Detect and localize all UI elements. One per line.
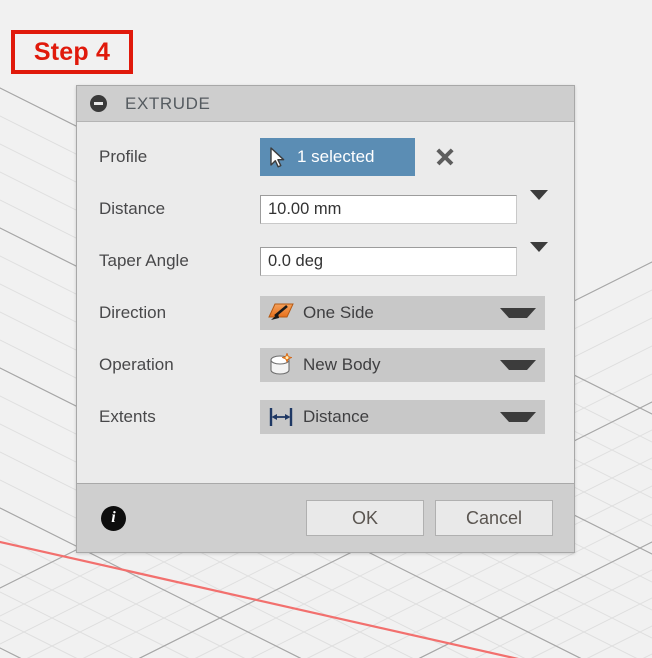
new-body-icon (268, 352, 294, 378)
distance-input[interactable] (260, 194, 517, 224)
taper-angle-input[interactable] (260, 246, 517, 276)
dialog-title: EXTRUDE (125, 93, 211, 113)
row-extents: Extents Distance (77, 391, 574, 443)
row-profile: Profile 1 selected (77, 131, 574, 183)
one-side-direction-icon (268, 300, 294, 326)
dialog-body: Profile 1 selected Distance Taper Angle (77, 122, 574, 483)
row-operation: Operation New Body (77, 339, 574, 391)
row-label-taper-angle: Taper Angle (99, 251, 189, 270)
step-callout-label: Step 4 (33, 37, 111, 66)
row-label-profile: Profile (99, 147, 148, 166)
chevron-down-icon[interactable] (530, 242, 548, 270)
dialog-footer: i OK Cancel (77, 483, 574, 552)
row-label-operation: Operation (99, 355, 174, 374)
row-label-extents: Extents (99, 407, 156, 426)
row-label-distance: Distance (99, 199, 166, 218)
chevron-down-icon[interactable] (500, 360, 536, 370)
extents-dropdown[interactable]: Distance (260, 400, 545, 434)
profile-selection-button[interactable]: 1 selected (260, 138, 415, 176)
operation-dropdown[interactable]: New Body (260, 348, 545, 382)
row-direction: Direction One Side (77, 287, 574, 339)
extents-value: Distance (303, 407, 370, 426)
direction-value: One Side (303, 303, 374, 322)
row-label-direction: Direction (99, 303, 167, 322)
ok-button[interactable]: OK (306, 500, 424, 536)
profile-selection-label: 1 selected (297, 147, 375, 166)
row-distance: Distance (77, 183, 574, 235)
cursor-arrow-icon (270, 146, 285, 167)
info-icon[interactable]: i (101, 505, 126, 531)
extrude-dialog: EXTRUDE Profile 1 selected Distance Tape… (76, 85, 575, 553)
operation-value: New Body (303, 355, 381, 374)
chevron-down-icon[interactable] (500, 412, 536, 422)
cancel-button[interactable]: Cancel (435, 500, 553, 536)
chevron-down-icon[interactable] (530, 190, 548, 218)
dialog-title-bar[interactable]: EXTRUDE (77, 86, 574, 122)
minus-circle-icon[interactable] (90, 95, 107, 112)
row-taper-angle: Taper Angle (77, 235, 574, 287)
distance-dimension-icon (268, 404, 294, 430)
chevron-down-icon[interactable] (500, 308, 536, 318)
close-x-icon[interactable] (434, 146, 456, 168)
step-callout-badge: Step 4 (11, 30, 133, 74)
direction-dropdown[interactable]: One Side (260, 296, 545, 330)
